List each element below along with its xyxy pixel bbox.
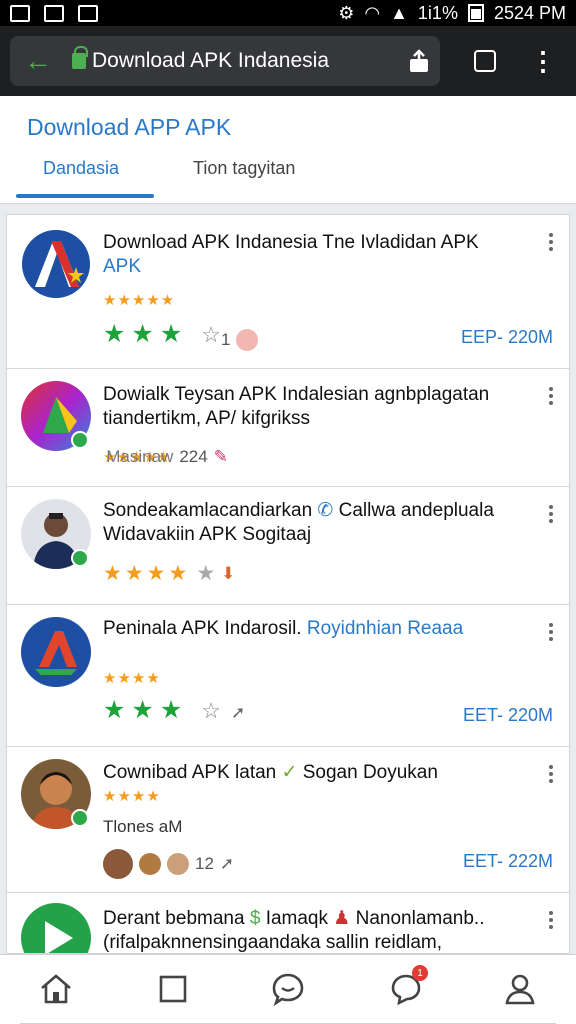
settings-icon: ⚙ bbox=[338, 2, 355, 23]
phone-icon: ✆ bbox=[317, 500, 334, 521]
signal-text: 1i1% bbox=[417, 2, 458, 23]
app-list: Download APK Indanesia Tne Ivladidan APK… bbox=[6, 214, 570, 954]
app-size: EET- 222M bbox=[462, 851, 553, 871]
green-rating: ★★★ ☆ ➚ bbox=[103, 696, 252, 724]
tab-tion-tagyitan[interactable]: Tion tagyitan bbox=[193, 158, 295, 179]
app-size: EET- 220M bbox=[462, 705, 553, 725]
verified-icon bbox=[71, 431, 89, 449]
more-options-icon[interactable] bbox=[549, 765, 555, 786]
more-options-icon[interactable] bbox=[549, 911, 555, 932]
share-arrow-icon: ➚ bbox=[219, 854, 235, 873]
bottom-navigation: 1 bbox=[0, 954, 576, 1024]
app-title: Sondeakamlacandiarkan ✆ Callwa andeplual… bbox=[103, 500, 494, 545]
more-options-icon[interactable] bbox=[549, 623, 555, 644]
clock: 2524 PM bbox=[493, 2, 566, 23]
more-options-icon[interactable] bbox=[549, 233, 555, 254]
active-tab-indicator bbox=[16, 194, 154, 198]
signal-icon: ▲ bbox=[390, 2, 408, 23]
url-title: Download APK Indanesia bbox=[92, 49, 329, 72]
tabs-icon[interactable] bbox=[468, 44, 502, 78]
reviewer-avatar bbox=[139, 853, 161, 875]
battery-icon bbox=[467, 4, 484, 22]
status-bar: ⚙ ◠ ▲ 1i1% 2524 PM bbox=[0, 0, 576, 26]
notifications-icon[interactable]: 1 bbox=[386, 965, 428, 1009]
wifi-icon: ◠ bbox=[364, 2, 381, 23]
site-header: Download APP APK Dandasia Tion tagyitan bbox=[0, 96, 576, 204]
reviewers-row: 12 ➚ bbox=[103, 849, 234, 879]
browser-toolbar: ← Download APK Indanesia ⋮ bbox=[0, 26, 576, 96]
rating-stars: ★★★★ bbox=[103, 788, 161, 805]
list-item[interactable]: Cownibad APK latan ✓ Sogan Doyukan ★★★★ … bbox=[7, 747, 569, 893]
download-icon bbox=[78, 4, 98, 22]
app-logo-icon bbox=[21, 617, 91, 687]
app-size: EEP- 220M bbox=[460, 327, 553, 347]
verified-icon bbox=[71, 809, 89, 827]
rating-row: ★★★★ ★ ⬇ bbox=[103, 562, 236, 585]
more-options-icon[interactable] bbox=[549, 505, 555, 526]
chat-icon[interactable] bbox=[268, 969, 308, 1009]
list-item[interactable]: Download APK Indanesia Tne Ivladidan APK… bbox=[7, 215, 569, 369]
review-count: 1 bbox=[221, 329, 259, 351]
notification-badge: 1 bbox=[412, 965, 428, 981]
green-rating: ★★★ ☆ bbox=[103, 320, 227, 348]
address-bar[interactable]: ← Download APK Indanesia bbox=[10, 36, 440, 86]
square-icon[interactable] bbox=[153, 969, 193, 1009]
reviewer-avatar bbox=[103, 849, 133, 879]
app-title: Dowialk Teysan APK Indalesian agnbplagat… bbox=[103, 384, 490, 429]
lock-icon bbox=[72, 46, 88, 69]
share-icon[interactable] bbox=[402, 44, 436, 78]
verified-icon bbox=[71, 549, 89, 567]
list-item[interactable]: Derant bebmana $ Iamaqk ♟ Nanonlamanb..(… bbox=[7, 893, 569, 953]
rating-stars: ★★★★★ bbox=[103, 292, 176, 309]
rating-row: ★★★★★ Masinaw 224 ✎ bbox=[103, 447, 228, 466]
app-title: Peninala APK Indarosil. Royidnhian Reaaa bbox=[103, 618, 464, 639]
profile-icon[interactable] bbox=[500, 969, 540, 1009]
list-item[interactable]: Peninala APK Indarosil. Royidnhian Reaaa… bbox=[7, 605, 569, 747]
list-item[interactable]: Sondeakamlacandiarkan ✆ Callwa andeplual… bbox=[7, 487, 569, 605]
app-subtitle: Tlones aM bbox=[103, 817, 183, 836]
site-title[interactable]: Download APP APK bbox=[27, 114, 231, 141]
rating-stars: ★★★★ bbox=[103, 562, 191, 585]
back-arrow-icon[interactable]: ← bbox=[24, 45, 54, 77]
video-icon bbox=[44, 4, 64, 22]
gallery-icon bbox=[10, 4, 30, 22]
home-icon[interactable] bbox=[36, 969, 76, 1009]
person-icon: ♟ bbox=[333, 908, 351, 929]
app-logo-icon bbox=[21, 229, 91, 299]
tab-dandasia[interactable]: Dandasia bbox=[43, 158, 119, 179]
app-title: Cownibad APK latan ✓ Sogan Doyukan bbox=[103, 762, 438, 783]
download-badge-icon: ⬇ bbox=[221, 563, 236, 583]
money-icon: $ bbox=[249, 908, 261, 929]
app-title: Download APK Indanesia Tne Ivladidan APK… bbox=[103, 232, 479, 277]
more-vert-icon[interactable]: ⋮ bbox=[526, 44, 560, 78]
list-item[interactable]: Dowialk Teysan APK Indalesian agnbplagat… bbox=[7, 369, 569, 487]
app-title: Derant bebmana $ Iamaqk ♟ Nanonlamanb..(… bbox=[103, 908, 485, 953]
reaction-icon bbox=[236, 329, 259, 351]
check-icon: ✓ bbox=[281, 762, 298, 783]
share-arrow-icon: ➚ bbox=[230, 703, 252, 722]
reviewer-avatar bbox=[167, 853, 189, 875]
rating-stars: ★★★★ bbox=[103, 670, 161, 687]
more-options-icon[interactable] bbox=[549, 387, 555, 408]
play-icon bbox=[21, 903, 91, 953]
pen-icon: ✎ bbox=[213, 447, 228, 466]
